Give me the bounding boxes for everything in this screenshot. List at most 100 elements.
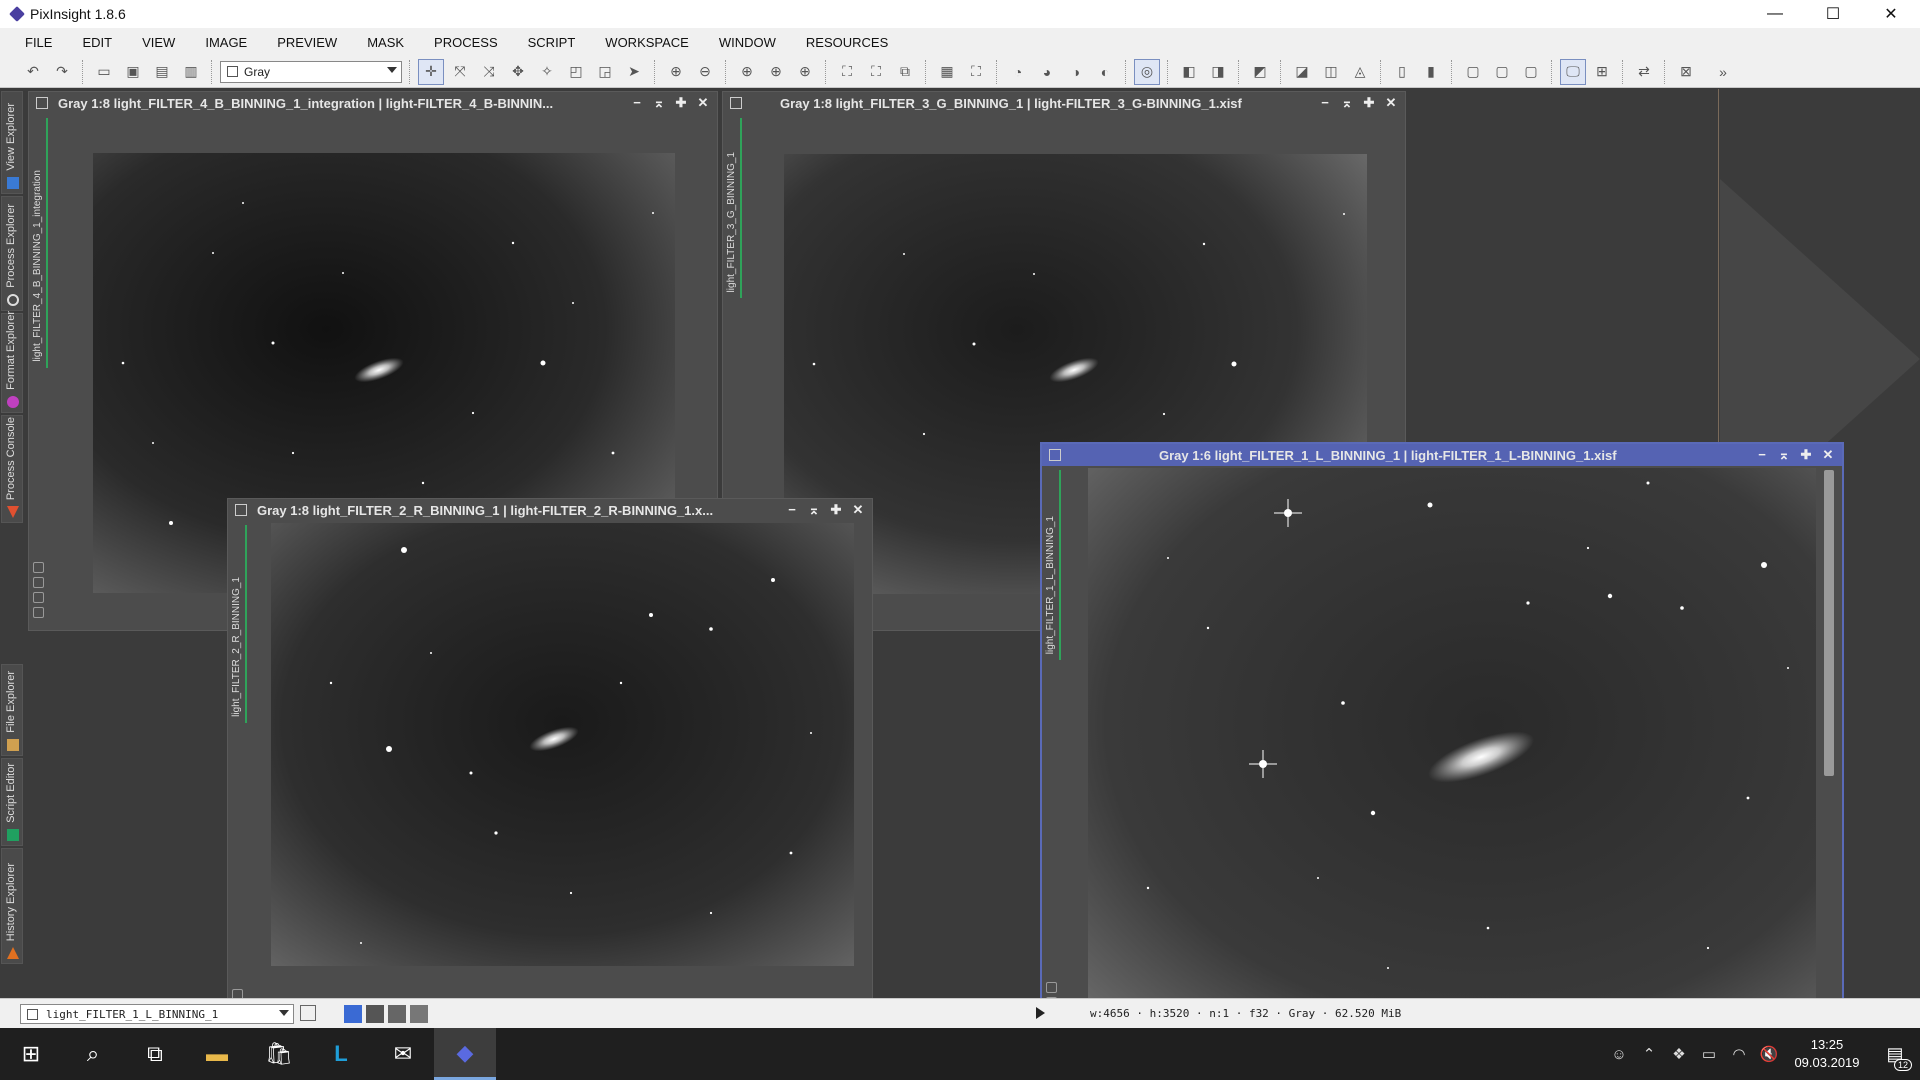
view-selector[interactable]: light_FILTER_1_L_BINNING_1 [20, 1004, 294, 1024]
window-icon-a[interactable]: ▢ [1460, 59, 1486, 85]
menu-file[interactable]: FILE [10, 35, 67, 50]
tab-file-explorer[interactable]: File Explorer [1, 664, 23, 756]
menu-window[interactable]: WINDOW [704, 35, 791, 50]
readout-mode-icon[interactable]: ✛ [418, 58, 444, 85]
maximize-icon[interactable]: ✚ [671, 95, 691, 111]
mask-enable-icon[interactable]: ◧ [1176, 59, 1202, 85]
channel-blue-button[interactable] [410, 1005, 428, 1023]
volume-muted-icon[interactable]: 🔇 [1754, 1045, 1784, 1063]
app-l-icon[interactable]: L [310, 1028, 372, 1080]
tab-view-explorer[interactable]: View Explorer [1, 91, 23, 194]
minimize-icon[interactable]: − [782, 502, 802, 518]
center-mode-icon[interactable]: ✧ [534, 59, 560, 85]
shade-icon[interactable]: ⌅ [1337, 95, 1357, 111]
image-window-titlebar[interactable]: Gray 1:8 light_FILTER_3_G_BINNING_1 | li… [723, 92, 1405, 114]
pointer-icon[interactable]: ➤ [621, 59, 647, 85]
cascade-windows-icon[interactable]: ⛶ [963, 59, 989, 85]
mask-icon[interactable] [33, 592, 44, 603]
clock[interactable]: 13:25 09.03.2019 [1784, 1036, 1870, 1072]
view-options-button[interactable] [300, 1005, 316, 1021]
menu-script[interactable]: SCRIPT [513, 35, 591, 50]
target-icon[interactable] [33, 607, 44, 618]
view-id-tab[interactable]: light_FILTER_2_R_BINNING_1 [230, 525, 247, 723]
open-file-icon[interactable]: ▣ [120, 59, 146, 85]
close-icon[interactable]: ✕ [848, 502, 868, 518]
channel-rgb-button[interactable] [344, 1005, 362, 1023]
stf-reset-icon[interactable]: ◐ [1092, 59, 1118, 85]
link-icon[interactable] [33, 562, 44, 573]
maximize-button[interactable]: ☐ [1804, 0, 1862, 28]
window-icon-c[interactable]: ▢ [1518, 59, 1544, 85]
image-canvas[interactable] [271, 523, 854, 966]
window-menu-icon[interactable] [36, 97, 48, 109]
close-button[interactable]: ✕ [1862, 0, 1920, 28]
mask-invert-icon[interactable]: ◨ [1205, 59, 1231, 85]
vertical-scrollbar-thumb[interactable] [1824, 470, 1834, 776]
menu-mask[interactable]: MASK [352, 35, 419, 50]
view-id-tab[interactable]: light_FILTER_4_B_BINNING_1_integration [31, 118, 48, 368]
stf-auto-icon[interactable]: ◑ [1063, 59, 1089, 85]
store-icon[interactable]: 🛍 [248, 1028, 310, 1080]
tab-format-explorer[interactable]: Format Explorer [1, 311, 23, 413]
battery-icon[interactable]: ▭ [1694, 1045, 1724, 1063]
minimize-icon[interactable]: − [1752, 447, 1772, 463]
tab-process-explorer[interactable]: Process Explorer [1, 196, 23, 311]
minimize-icon[interactable]: − [1315, 95, 1335, 111]
zoom-mode-icon[interactable]: ⤧ [447, 59, 473, 85]
menu-image[interactable]: IMAGE [190, 35, 262, 50]
workspace-1-icon[interactable]: 🖵 [1560, 58, 1586, 85]
search-icon[interactable]: ⌕ [62, 1028, 124, 1080]
image-window-titlebar[interactable]: Gray 1:8 light_FILTER_4_B_BINNING_1_inte… [29, 92, 717, 114]
minimize-button[interactable]: — [1746, 0, 1804, 28]
pixinsight-taskbar-icon[interactable]: ◆ [434, 1028, 496, 1080]
fit-window-icon[interactable]: ⛶ [863, 59, 889, 85]
tab-process-console[interactable]: Process Console [1, 415, 23, 523]
vertical-scrollbar[interactable] [1820, 468, 1838, 998]
minimize-icon[interactable]: − [627, 95, 647, 111]
optimize-window-icon[interactable]: ⧉ [892, 59, 918, 85]
link-icon[interactable] [232, 989, 243, 998]
tab-history-explorer[interactable]: History Explorer [1, 848, 23, 964]
save-as-icon[interactable]: ▥ [178, 59, 204, 85]
layout-hide-icon[interactable]: ▮ [1418, 59, 1444, 85]
menu-edit[interactable]: EDIT [67, 35, 127, 50]
maximize-icon[interactable]: ✚ [826, 502, 846, 518]
window-menu-icon[interactable] [1049, 449, 1061, 461]
stf-linked-icon[interactable]: ◕ [1034, 59, 1060, 85]
people-icon[interactable]: ☺ [1604, 1046, 1634, 1063]
dropbox-icon[interactable]: ❖ [1664, 1045, 1694, 1063]
workspace-next-icon[interactable]: ⇄ [1631, 59, 1657, 85]
image-window-titlebar[interactable]: Gray 1:8 light_FILTER_2_R_BINNING_1 | li… [228, 499, 872, 521]
mask-select-icon[interactable]: ◩ [1247, 59, 1273, 85]
show-mask-icon[interactable]: ◎ [1134, 58, 1160, 85]
fit-view-icon[interactable]: ⛶ [834, 59, 860, 85]
process-global-icon[interactable]: ◬ [1347, 59, 1373, 85]
process-new-icon[interactable]: ◪ [1289, 59, 1315, 85]
menu-preview[interactable]: PREVIEW [262, 35, 352, 50]
new-image-icon[interactable]: ▭ [91, 59, 117, 85]
mail-icon[interactable]: ✉ [372, 1028, 434, 1080]
window-menu-icon[interactable] [730, 97, 742, 109]
zoom-in-icon[interactable]: ⊕ [663, 59, 689, 85]
image-window-titlebar[interactable]: Gray 1:6 light_FILTER_1_L_BINNING_1 | li… [1042, 444, 1842, 466]
maximize-icon[interactable]: ✚ [1359, 95, 1379, 111]
link-icon[interactable] [1046, 982, 1057, 993]
maximize-icon[interactable]: ✚ [1796, 447, 1816, 463]
tile-windows-icon[interactable]: ▦ [934, 59, 960, 85]
edit-preview-icon[interactable]: ◲ [592, 59, 618, 85]
workspace-close-icon[interactable]: ⊠ [1673, 59, 1699, 85]
notification-center-icon[interactable]: ▤ 12 [1870, 1044, 1920, 1071]
close-icon[interactable]: ✕ [1818, 447, 1838, 463]
menu-process[interactable]: PROCESS [419, 35, 513, 50]
menu-workspace[interactable]: WORKSPACE [590, 35, 704, 50]
chevron-up-icon[interactable]: ⌃ [1634, 1045, 1664, 1063]
channel-green-button[interactable] [388, 1005, 406, 1023]
redo-icon[interactable]: ↷ [49, 59, 75, 85]
play-icon[interactable] [1036, 1007, 1045, 1019]
shade-icon[interactable]: ⌅ [649, 95, 669, 111]
tab-script-editor[interactable]: Script Editor [1, 758, 23, 846]
pan-mode-icon[interactable]: ✥ [505, 59, 531, 85]
close-icon[interactable]: ✕ [1381, 95, 1401, 111]
image-canvas[interactable] [1088, 468, 1816, 998]
close-icon[interactable]: ✕ [693, 95, 713, 111]
